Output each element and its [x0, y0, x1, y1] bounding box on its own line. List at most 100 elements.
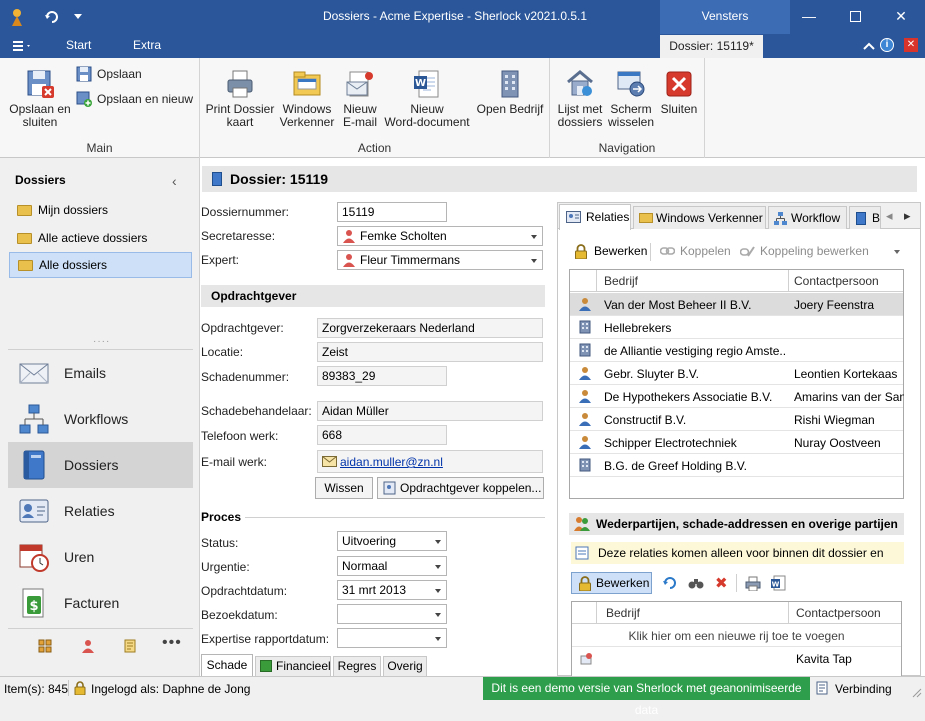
tab-regres[interactable]: Regres: [333, 656, 381, 676]
document-tab[interactable]: Dossier: 15119*: [660, 35, 763, 58]
bezoekdatum-picker[interactable]: [337, 604, 447, 624]
tab-schade[interactable]: Schade: [201, 654, 253, 676]
tab-overig[interactable]: Overig: [383, 656, 427, 676]
tab-relaties[interactable]: Relaties: [559, 204, 631, 230]
refresh-icon[interactable]: [662, 575, 678, 591]
delete-icon[interactable]: ✖: [715, 574, 728, 592]
opdrachtgever-field[interactable]: Zorgverzekeraars Nederland: [317, 318, 543, 338]
tab-windows-verkenner[interactable]: Windows Verkenner: [633, 206, 766, 229]
refresh-icon[interactable]: [44, 9, 60, 25]
table-row[interactable]: De Hypothekers Associatie B.V. Amarins va…: [570, 385, 904, 408]
relaties-edit-button[interactable]: Bewerken: [574, 244, 647, 260]
mini-grid-icon[interactable]: [38, 639, 52, 653]
save-button[interactable]: Opslaan: [76, 66, 142, 82]
status-combo[interactable]: Uitvoering: [337, 531, 447, 551]
tab-scroll-left-icon[interactable]: ◂: [886, 208, 893, 224]
nav-workflows[interactable]: Workflows: [8, 397, 193, 441]
mini-notes-icon[interactable]: [123, 639, 137, 653]
list-dossiers-button[interactable]: Lijst met dossiers: [554, 68, 606, 129]
new-word-button[interactable]: W Nieuw Word-document: [382, 68, 472, 129]
tab-financieel[interactable]: Financieel: [255, 656, 331, 676]
table-row[interactable]: Kavita Tap: [572, 648, 901, 670]
list-dossiers-label: Lijst met dossiers: [557, 102, 603, 129]
column-header-contactpersoon[interactable]: Contactpersoon: [796, 606, 881, 620]
minimize-button[interactable]: —: [786, 0, 832, 34]
email-link[interactable]: aidan.muller@zn.nl: [340, 455, 443, 469]
resize-grip-icon[interactable]: [910, 686, 922, 698]
vensters-button[interactable]: Vensters: [660, 0, 790, 34]
label-dossiernummer: Dossiernummer:: [201, 205, 290, 219]
maximize-button[interactable]: [832, 0, 878, 34]
rapportdatum-picker[interactable]: [337, 628, 447, 648]
relaties-edit-link-button[interactable]: Koppeling bewerken: [739, 244, 869, 258]
folder-alle-actieve-dossiers[interactable]: Alle actieve dossiers: [9, 227, 192, 249]
table-row[interactable]: Schipper Electrotechniek Nuray Oostveen: [570, 431, 903, 454]
opdrachtdatum-picker[interactable]: 31 mrt 2013: [337, 580, 447, 600]
close-document-icon[interactable]: ✕: [904, 38, 918, 52]
switch-screen-button[interactable]: Scherm wisselen: [606, 68, 656, 129]
table-row[interactable]: Van der Most Beheer II B.V. Joery Feenstr…: [570, 293, 903, 316]
nav-emails[interactable]: Emails: [8, 351, 193, 395]
app-menu-icon[interactable]: [13, 40, 33, 52]
column-header-bedrijf[interactable]: Bedrijf: [606, 606, 640, 620]
column-header-bedrijf[interactable]: Bedrijf: [604, 274, 638, 288]
more-icon[interactable]: •••: [162, 634, 182, 652]
tab-extra[interactable]: Extra: [133, 38, 161, 52]
binoculars-icon[interactable]: [688, 576, 704, 590]
wissen-button[interactable]: Wissen: [315, 477, 373, 499]
collapse-pane-icon[interactable]: ‹: [172, 173, 177, 189]
opdrachtgever-koppelen-button[interactable]: Opdrachtgever koppelen...: [377, 477, 544, 499]
new-email-button[interactable]: Nieuw E-mail: [338, 68, 382, 129]
table-row[interactable]: de Alliantie vestiging regio Amste...: [570, 339, 903, 362]
tab-start[interactable]: Start: [66, 38, 91, 52]
relaties-link-button[interactable]: Koppelen: [659, 244, 731, 258]
close-window-button[interactable]: ✕: [878, 0, 924, 34]
left-navigation-pane: Dossiers ‹ Mijn dossiers Alle actieve do…: [0, 158, 200, 676]
tab-overflow[interactable]: B: [849, 206, 881, 229]
secretaresse-combo[interactable]: Femke Scholten: [337, 226, 543, 246]
quick-access-dropdown-icon[interactable]: [74, 14, 82, 19]
open-company-button[interactable]: Open Bedrijf: [472, 68, 548, 116]
print-dossier-button[interactable]: Print Dossier kaart: [204, 68, 276, 129]
urgentie-combo[interactable]: Normaal: [337, 556, 447, 576]
table-row[interactable]: Constructif B.V. Rishi Wiegman: [570, 408, 903, 431]
info-icon[interactable]: i: [880, 38, 894, 52]
schadenummer-field[interactable]: 89383_29: [317, 366, 447, 386]
table-row[interactable]: Gebr. Sluyter B.V. Leontien Kortekaas: [570, 362, 903, 385]
dossiernummer-field[interactable]: 15119: [337, 202, 447, 222]
print-small-icon[interactable]: [745, 576, 761, 592]
nav-uren[interactable]: Uren: [8, 535, 193, 579]
telefoon-field[interactable]: 668: [317, 425, 447, 445]
parties-edit-button[interactable]: Bewerken: [571, 572, 652, 594]
nav-facturen[interactable]: $ Facturen: [8, 581, 193, 625]
collapse-ribbon-icon[interactable]: [862, 39, 876, 53]
row-company: B.G. de Greef Holding B.V.: [604, 459, 747, 473]
column-header-contactpersoon[interactable]: Contactpersoon: [794, 274, 879, 288]
new-row-hint[interactable]: Klik hier om een nieuwe rij toe te voege…: [572, 625, 901, 647]
nav-relaties[interactable]: Relaties: [8, 489, 193, 533]
close-red-icon: [663, 68, 695, 100]
tab-workflow[interactable]: Workflow: [768, 206, 847, 229]
mini-person-icon[interactable]: [81, 639, 95, 653]
save-close-button[interactable]: Opslaan en sluiten: [4, 68, 76, 129]
toolbar-dropdown-icon[interactable]: [894, 250, 900, 254]
tab-scroll-right-icon[interactable]: ▸: [904, 208, 911, 224]
folder-mijn-dossiers[interactable]: Mijn dossiers: [9, 199, 192, 221]
table-row[interactable]: Hellebrekers: [570, 316, 903, 339]
splitter-grip[interactable]: ····: [93, 336, 110, 347]
locatie-field[interactable]: Zeist: [317, 342, 543, 362]
nav-dossiers[interactable]: Dossiers: [8, 442, 193, 488]
save-icon: [76, 66, 92, 82]
save-new-button[interactable]: Opslaan en nieuw: [76, 91, 193, 107]
folder-label: Mijn dossiers: [38, 203, 109, 217]
table-row[interactable]: B.G. de Greef Holding B.V.: [570, 454, 903, 477]
expert-combo[interactable]: Fleur Timmermans: [337, 250, 543, 270]
close-button[interactable]: Sluiten: [656, 68, 702, 116]
email-field[interactable]: aidan.muller@zn.nl: [317, 450, 543, 473]
info-note-icon: [575, 546, 589, 560]
building-icon: [578, 343, 592, 357]
windows-explorer-button[interactable]: Windows Verkenner: [276, 68, 338, 129]
folder-alle-dossiers[interactable]: Alle dossiers: [9, 252, 192, 278]
schadebehandelaar-field[interactable]: Aidan Müller: [317, 401, 543, 421]
word-small-icon[interactable]: W: [770, 575, 786, 591]
